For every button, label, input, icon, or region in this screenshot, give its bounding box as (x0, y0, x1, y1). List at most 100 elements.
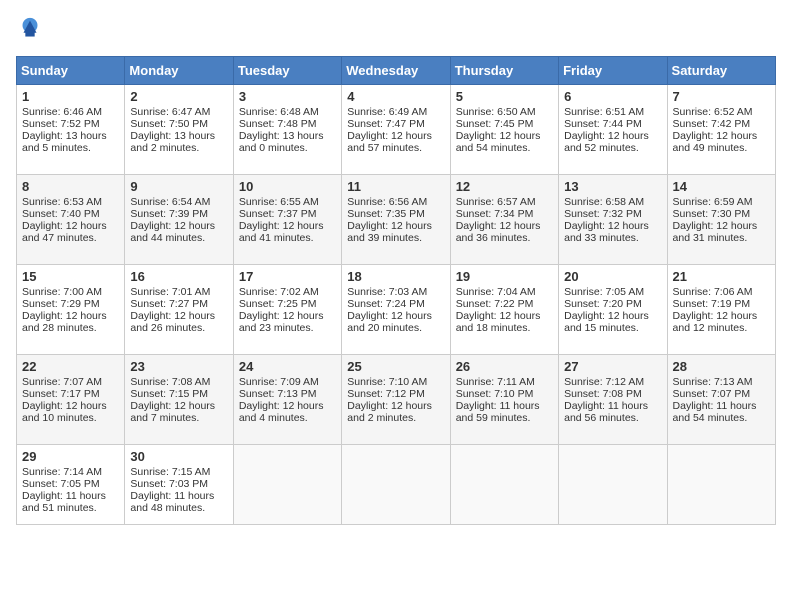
day-detail: and 31 minutes. (673, 232, 770, 244)
day-detail: Daylight: 12 hours (456, 130, 553, 142)
day-number: 21 (673, 269, 770, 284)
day-detail: Sunset: 7:32 PM (564, 208, 661, 220)
day-detail: Sunset: 7:20 PM (564, 298, 661, 310)
day-detail: Daylight: 12 hours (564, 220, 661, 232)
day-detail: and 57 minutes. (347, 142, 444, 154)
day-detail: Sunrise: 6:59 AM (673, 196, 770, 208)
day-number: 27 (564, 359, 661, 374)
calendar-cell: 5Sunrise: 6:50 AMSunset: 7:45 PMDaylight… (450, 85, 558, 175)
calendar-cell: 20 Sunrise: 7:05 AMSunset: 7:20 PMDayligh… (559, 265, 667, 355)
calendar-cell: 10Sunrise: 6:55 AMSunset: 7:37 PMDayligh… (233, 175, 341, 265)
day-detail: and 23 minutes. (239, 322, 336, 334)
day-number: 11 (347, 179, 444, 194)
day-detail: Sunset: 7:08 PM (564, 388, 661, 400)
day-detail: Sunset: 7:45 PM (456, 118, 553, 130)
calendar-cell: 28Sunrise: 7:13 AMSunset: 7:07 PMDayligh… (667, 355, 775, 445)
day-detail: Sunset: 7:40 PM (22, 208, 119, 220)
logo-icon (16, 16, 44, 44)
day-number: 20 (564, 269, 661, 284)
day-detail: Daylight: 12 hours (22, 220, 119, 232)
calendar-week-row: 15Sunrise: 7:00 AMSunset: 7:29 PMDayligh… (17, 265, 776, 355)
day-detail: Daylight: 13 hours (22, 130, 119, 142)
day-detail: Sunset: 7:48 PM (239, 118, 336, 130)
day-detail: and 7 minutes. (130, 412, 227, 424)
calendar-cell: 8 Sunrise: 6:53 AMSunset: 7:40 PMDaylight… (17, 175, 125, 265)
calendar-cell: 27Sunrise: 7:12 AMSunset: 7:08 PMDayligh… (559, 355, 667, 445)
day-detail: Sunset: 7:34 PM (456, 208, 553, 220)
day-detail: Sunset: 7:10 PM (456, 388, 553, 400)
day-detail: Daylight: 12 hours (239, 310, 336, 322)
day-detail: Sunrise: 7:11 AM (456, 376, 553, 388)
day-detail: and 49 minutes. (673, 142, 770, 154)
day-detail: and 2 minutes. (347, 412, 444, 424)
day-detail: Daylight: 12 hours (347, 400, 444, 412)
calendar-week-row: 22Sunrise: 7:07 AMSunset: 7:17 PMDayligh… (17, 355, 776, 445)
day-detail: Sunrise: 6:57 AM (456, 196, 553, 208)
day-number: 12 (456, 179, 553, 194)
day-detail: Sunrise: 7:07 AM (22, 376, 119, 388)
day-detail: Sunrise: 6:52 AM (673, 106, 770, 118)
logo (16, 16, 48, 44)
calendar-week-row: 1Sunrise: 6:46 AMSunset: 7:52 PMDaylight… (17, 85, 776, 175)
day-number: 8 (22, 179, 119, 194)
calendar-cell: 24Sunrise: 7:09 AMSunset: 7:13 PMDayligh… (233, 355, 341, 445)
day-detail: Sunset: 7:22 PM (456, 298, 553, 310)
day-detail: Sunset: 7:25 PM (239, 298, 336, 310)
day-number: 28 (673, 359, 770, 374)
page-header (16, 16, 776, 44)
day-number: 24 (239, 359, 336, 374)
day-detail: Sunrise: 7:01 AM (130, 286, 227, 298)
day-detail: Daylight: 12 hours (673, 130, 770, 142)
calendar-cell: 15Sunrise: 7:00 AMSunset: 7:29 PMDayligh… (17, 265, 125, 355)
day-detail: and 56 minutes. (564, 412, 661, 424)
day-number: 9 (130, 179, 227, 194)
day-detail: Daylight: 12 hours (22, 310, 119, 322)
day-number: 18 (347, 269, 444, 284)
day-detail: Sunset: 7:42 PM (673, 118, 770, 130)
day-detail: and 59 minutes. (456, 412, 553, 424)
day-detail: Daylight: 12 hours (564, 310, 661, 322)
day-number: 22 (22, 359, 119, 374)
calendar-cell: 26Sunrise: 7:11 AMSunset: 7:10 PMDayligh… (450, 355, 558, 445)
day-detail: and 48 minutes. (130, 502, 227, 514)
weekday-header-saturday: Saturday (667, 57, 775, 85)
day-detail: and 10 minutes. (22, 412, 119, 424)
day-detail: Sunrise: 7:05 AM (564, 286, 661, 298)
day-detail: and 20 minutes. (347, 322, 444, 334)
day-detail: Sunrise: 6:53 AM (22, 196, 119, 208)
day-detail: and 0 minutes. (239, 142, 336, 154)
day-detail: Daylight: 13 hours (130, 130, 227, 142)
calendar-cell: 18Sunrise: 7:03 AMSunset: 7:24 PMDayligh… (342, 265, 450, 355)
day-number: 2 (130, 89, 227, 104)
day-detail: Sunset: 7:37 PM (239, 208, 336, 220)
calendar-cell: 23Sunrise: 7:08 AMSunset: 7:15 PMDayligh… (125, 355, 233, 445)
day-detail: Sunrise: 6:51 AM (564, 106, 661, 118)
day-detail: Sunrise: 6:47 AM (130, 106, 227, 118)
day-detail: and 18 minutes. (456, 322, 553, 334)
day-detail: Daylight: 12 hours (22, 400, 119, 412)
day-detail: Daylight: 13 hours (239, 130, 336, 142)
calendar-cell: 22Sunrise: 7:07 AMSunset: 7:17 PMDayligh… (17, 355, 125, 445)
day-detail: and 39 minutes. (347, 232, 444, 244)
day-detail: Sunset: 7:05 PM (22, 478, 119, 490)
day-detail: Daylight: 12 hours (564, 130, 661, 142)
day-number: 25 (347, 359, 444, 374)
day-number: 10 (239, 179, 336, 194)
day-number: 6 (564, 89, 661, 104)
day-detail: Sunrise: 7:03 AM (347, 286, 444, 298)
day-number: 13 (564, 179, 661, 194)
day-detail: Daylight: 12 hours (673, 310, 770, 322)
day-detail: Daylight: 11 hours (22, 490, 119, 502)
calendar-cell: 14Sunrise: 6:59 AMSunset: 7:30 PMDayligh… (667, 175, 775, 265)
day-number: 5 (456, 89, 553, 104)
calendar-cell (342, 445, 450, 525)
day-detail: Daylight: 12 hours (130, 400, 227, 412)
weekday-header-friday: Friday (559, 57, 667, 85)
day-detail: Daylight: 12 hours (347, 220, 444, 232)
day-detail: and 36 minutes. (456, 232, 553, 244)
calendar-cell (233, 445, 341, 525)
day-detail: Sunrise: 7:14 AM (22, 466, 119, 478)
day-detail: Daylight: 11 hours (130, 490, 227, 502)
day-detail: Daylight: 12 hours (239, 220, 336, 232)
day-detail: Daylight: 12 hours (239, 400, 336, 412)
